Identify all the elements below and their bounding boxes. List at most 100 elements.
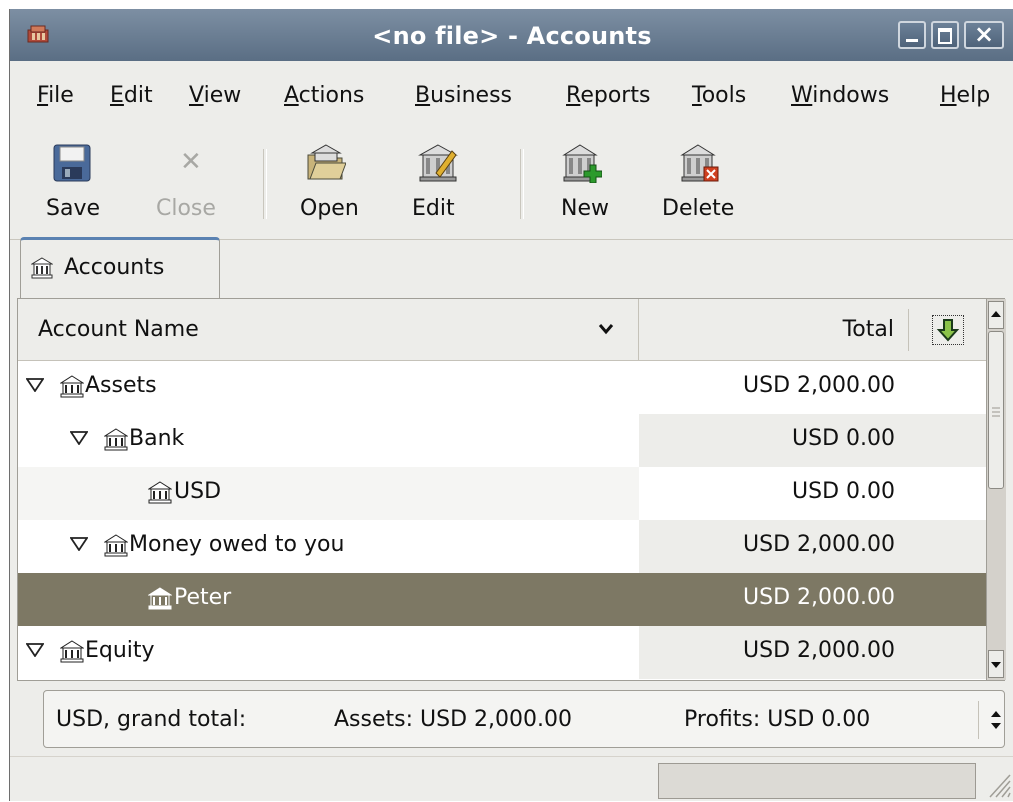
name-cell: Bank <box>18 414 639 467</box>
column-header-total[interactable]: Total <box>18 317 894 342</box>
floppy-disk-icon <box>53 144 91 182</box>
tree-rows: Assets USD 2,000.00 Bank USD 0.00 USD US… <box>18 361 986 679</box>
edit-account-icon <box>418 144 458 182</box>
tree-header: Account Name Total <box>18 299 986 361</box>
close-icon: × <box>974 20 995 48</box>
expander-expanded-icon[interactable] <box>70 431 88 445</box>
name-cell: Assets <box>18 361 639 414</box>
account-name: Bank <box>129 426 185 451</box>
account-row-money-owed[interactable]: Money owed to you USD 2,000.00 <box>18 520 986 573</box>
open-folder-icon <box>307 144 346 180</box>
total-cell: USD 0.00 <box>639 467 986 520</box>
menu-tools[interactable]: Tools <box>692 83 746 108</box>
account-name: Assets <box>85 373 157 398</box>
tab-label: Accounts <box>64 255 165 280</box>
name-cell: Money owed to you <box>18 520 639 573</box>
grip-icon <box>992 407 1000 417</box>
account-tree: Account Name Total Assets USD 2,000.00 B… <box>17 298 1006 681</box>
toolbar-separator <box>263 149 267 219</box>
bank-icon <box>104 428 128 451</box>
menu-bar: File Edit View Actions Business Reports … <box>10 61 1013 135</box>
scroll-up-arrow-icon <box>991 311 1001 317</box>
scroll-thumb[interactable] <box>988 331 1004 489</box>
close-icon: ✕ <box>180 147 202 177</box>
new-account-button[interactable]: New <box>550 135 630 239</box>
expander-expanded-icon[interactable] <box>70 537 88 551</box>
vertical-scrollbar[interactable] <box>986 299 1006 680</box>
account-total: USD 2,000.00 <box>743 373 895 398</box>
edit-label: Edit <box>412 196 455 221</box>
summary-assets: Assets: USD 2,000.00 <box>334 707 572 732</box>
bank-icon <box>60 640 84 663</box>
column-separator <box>908 309 909 351</box>
scroll-down-arrow-icon <box>991 662 1001 668</box>
menu-reports[interactable]: Reports <box>566 83 650 108</box>
account-row-assets[interactable]: Assets USD 2,000.00 <box>18 361 986 414</box>
summary-profits: Profits: USD 0.00 <box>684 707 871 732</box>
account-total: USD 0.00 <box>792 479 895 504</box>
total-cell: USD 2,000.00 <box>639 626 986 679</box>
account-total: USD 0.00 <box>792 426 895 451</box>
menu-actions[interactable]: Actions <box>284 83 364 108</box>
open-button[interactable]: Open <box>292 135 382 239</box>
column-selector-button[interactable] <box>932 315 964 345</box>
down-arrow-icon <box>936 319 960 342</box>
name-cell: USD <box>18 467 639 520</box>
bank-icon <box>60 375 84 398</box>
account-name: USD <box>174 479 222 504</box>
bank-icon <box>148 587 172 610</box>
account-total: USD 2,000.00 <box>743 638 895 663</box>
resize-grip-icon[interactable] <box>984 767 1012 799</box>
scroll-down-button[interactable] <box>988 650 1004 678</box>
menu-file[interactable]: File <box>37 83 74 108</box>
main-window: <no file> - Accounts × File Edit View Ac… <box>9 9 1013 801</box>
account-name: Peter <box>174 585 232 610</box>
close-window-button[interactable]: × <box>964 20 1004 49</box>
expander-expanded-icon[interactable] <box>26 643 44 657</box>
summary-currency: USD, grand total: <box>56 707 247 732</box>
toolbar: Save ✕ Close Open Edit New Delete <box>10 135 1013 240</box>
edit-button[interactable]: Edit <box>410 135 490 239</box>
maximize-button[interactable] <box>931 21 959 49</box>
toolbar-separator <box>520 149 524 219</box>
account-row-equity[interactable]: Equity USD 2,000.00 <box>18 626 986 679</box>
account-name: Equity <box>85 638 155 663</box>
bank-icon <box>104 534 128 557</box>
expander-expanded-icon[interactable] <box>26 378 44 392</box>
delete-label: Delete <box>662 196 735 221</box>
menu-business[interactable]: Business <box>415 83 512 108</box>
account-row-peter[interactable]: Peter USD 2,000.00 <box>18 573 986 626</box>
menu-edit[interactable]: Edit <box>110 83 153 108</box>
total-cell: USD 2,000.00 <box>639 573 986 626</box>
window-title: <no file> - Accounts <box>372 22 652 50</box>
new-label: New <box>561 196 609 221</box>
menu-view[interactable]: View <box>189 83 241 108</box>
account-total: USD 2,000.00 <box>743 532 895 557</box>
total-cell: USD 2,000.00 <box>639 520 986 573</box>
minimize-button[interactable] <box>898 21 926 49</box>
tab-accounts[interactable]: Accounts <box>20 237 220 299</box>
close-button[interactable]: ✕ Close <box>150 135 240 239</box>
new-account-icon <box>562 144 602 183</box>
menu-windows[interactable]: Windows <box>791 83 889 108</box>
bank-icon <box>148 481 172 504</box>
summary-bar[interactable]: USD, grand total: Assets: USD 2,000.00 P… <box>43 690 1005 748</box>
scroll-up-button[interactable] <box>988 301 1004 329</box>
up-down-arrows-icon[interactable] <box>988 707 1004 733</box>
save-label: Save <box>46 196 101 221</box>
account-row-bank[interactable]: Bank USD 0.00 <box>18 414 986 467</box>
account-row-usd[interactable]: USD USD 0.00 <box>18 467 986 520</box>
menu-help[interactable]: Help <box>940 83 990 108</box>
close-label: Close <box>156 196 216 221</box>
account-name: Money owed to you <box>129 532 345 557</box>
save-button[interactable]: Save <box>36 135 126 239</box>
name-cell: Peter <box>18 573 639 626</box>
progress-bar <box>658 763 976 799</box>
name-cell: Equity <box>18 626 639 679</box>
bank-icon <box>31 257 53 279</box>
delete-account-icon <box>680 144 719 182</box>
summary-separator <box>978 701 979 739</box>
delete-account-button[interactable]: Delete <box>658 135 758 239</box>
status-bar <box>10 756 1013 802</box>
title-bar[interactable]: <no file> - Accounts × <box>10 9 1013 61</box>
